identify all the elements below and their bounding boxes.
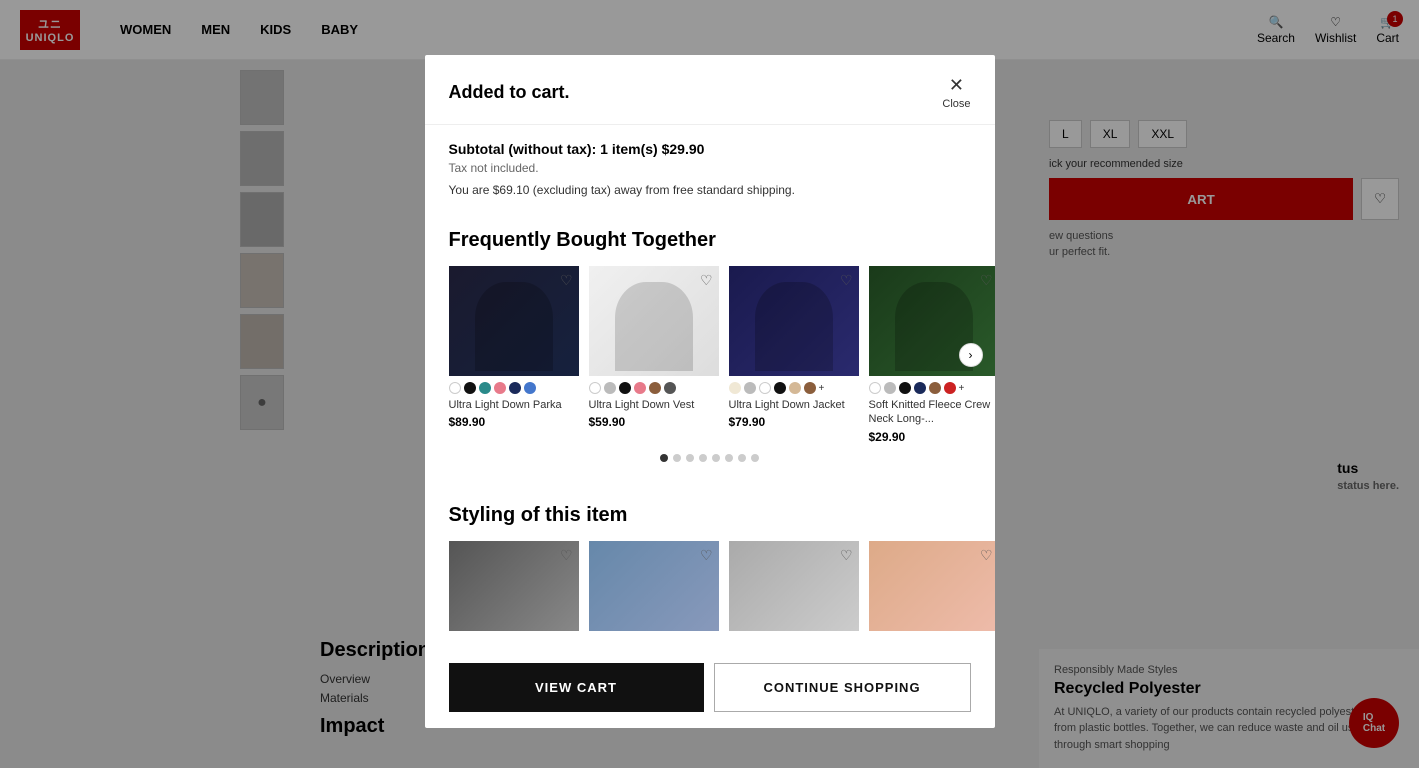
modal-title: Added to cart. bbox=[449, 82, 570, 103]
swatch-white-2[interactable] bbox=[589, 382, 601, 394]
swatch-pink[interactable] bbox=[494, 382, 506, 394]
styling-image-2: ♡ bbox=[589, 541, 719, 631]
styling-card-1[interactable]: ♡ bbox=[449, 541, 579, 631]
product-name-4: Soft Knitted Fleece Crew Neck Long-... bbox=[869, 398, 995, 427]
view-cart-button[interactable]: VIEW CART bbox=[449, 663, 704, 712]
styling-title: Styling of this item bbox=[449, 504, 971, 527]
dot-5[interactable] bbox=[712, 454, 720, 462]
styling-wishlist-2[interactable]: ♡ bbox=[700, 547, 713, 564]
wishlist-btn-3[interactable]: ♡ bbox=[840, 272, 853, 289]
swatch-cream-3[interactable] bbox=[729, 382, 741, 394]
swatch-blue[interactable] bbox=[524, 382, 536, 394]
swatch-beige-3[interactable] bbox=[789, 382, 801, 394]
subtotal-section: Subtotal (without tax): 1 item(s) $29.90… bbox=[425, 125, 995, 213]
styling-card-2[interactable]: ♡ bbox=[589, 541, 719, 631]
styling-image-1: ♡ bbox=[449, 541, 579, 631]
swatch-teal[interactable] bbox=[479, 382, 491, 394]
swatch-more-3[interactable]: + bbox=[819, 382, 825, 394]
swatch-navy-4[interactable] bbox=[914, 382, 926, 394]
product-price-4: $29.90 bbox=[869, 430, 995, 444]
swatch-white-3[interactable] bbox=[759, 382, 771, 394]
products-carousel: ♡ Ultra Light Down Parka $89.90 bbox=[449, 266, 971, 444]
swatch-pink-2[interactable] bbox=[634, 382, 646, 394]
dot-3[interactable] bbox=[686, 454, 694, 462]
product-card-2[interactable]: ♡ Ultra Light Down Vest $59.90 bbox=[589, 266, 719, 444]
dot-6[interactable] bbox=[725, 454, 733, 462]
dot-2[interactable] bbox=[673, 454, 681, 462]
product-card-1[interactable]: ♡ Ultra Light Down Parka $89.90 bbox=[449, 266, 579, 444]
shipping-note: You are $69.10 (excluding tax) away from… bbox=[449, 183, 971, 197]
styling-card-4[interactable]: ♡ bbox=[869, 541, 995, 631]
product-card-3[interactable]: ♡ + Ultra Light Down Jacket $79.90 bbox=[729, 266, 859, 444]
dot-7[interactable] bbox=[738, 454, 746, 462]
swatches-1 bbox=[449, 382, 579, 394]
styling-image-4: ♡ bbox=[869, 541, 995, 631]
styling-carousel: ♡ ♡ ♡ ♡ bbox=[449, 541, 971, 631]
swatches-3: + bbox=[729, 382, 859, 394]
dot-1[interactable] bbox=[660, 454, 668, 462]
product-name-3: Ultra Light Down Jacket bbox=[729, 398, 859, 412]
subtotal-text: Subtotal (without tax): 1 item(s) $29.90 bbox=[449, 141, 971, 157]
product-price-3: $79.90 bbox=[729, 415, 859, 429]
swatch-brown-3[interactable] bbox=[804, 382, 816, 394]
swatch-black-4[interactable] bbox=[899, 382, 911, 394]
styling-card-3[interactable]: ♡ bbox=[729, 541, 859, 631]
frequently-bought-title: Frequently Bought Together bbox=[449, 229, 971, 252]
styling-wishlist-1[interactable]: ♡ bbox=[560, 547, 573, 564]
styling-section: Styling of this item ♡ ♡ ♡ bbox=[425, 488, 995, 647]
swatch-black-2[interactable] bbox=[619, 382, 631, 394]
background-page: ユニ UNIQLO WOMEN MEN KIDS BABY 🔍 Search ♡… bbox=[0, 0, 1419, 768]
styling-wishlist-3[interactable]: ♡ bbox=[840, 547, 853, 564]
close-button[interactable]: ✕ Close bbox=[942, 75, 970, 110]
dot-4[interactable] bbox=[699, 454, 707, 462]
product-image-1: ♡ bbox=[449, 266, 579, 376]
swatch-white-4[interactable] bbox=[869, 382, 881, 394]
close-icon: ✕ bbox=[949, 75, 964, 96]
swatch-navy[interactable] bbox=[509, 382, 521, 394]
carousel-next-button[interactable]: › bbox=[959, 343, 983, 367]
add-to-cart-modal: Added to cart. ✕ Close Subtotal (without… bbox=[425, 55, 995, 728]
product-name-1: Ultra Light Down Parka bbox=[449, 398, 579, 412]
swatch-lgray-3[interactable] bbox=[744, 382, 756, 394]
swatch-brown-4[interactable] bbox=[929, 382, 941, 394]
swatch-lgray-2[interactable] bbox=[604, 382, 616, 394]
modal-footer: VIEW CART CONTINUE SHOPPING bbox=[425, 647, 995, 728]
product-image-3: ♡ bbox=[729, 266, 859, 376]
swatch-dgray-2[interactable] bbox=[664, 382, 676, 394]
continue-shopping-button[interactable]: CONTINUE SHOPPING bbox=[714, 663, 971, 712]
swatch-brown-2[interactable] bbox=[649, 382, 661, 394]
styling-wishlist-4[interactable]: ♡ bbox=[980, 547, 993, 564]
swatches-4: + bbox=[869, 382, 995, 394]
product-price-1: $89.90 bbox=[449, 415, 579, 429]
swatch-black[interactable] bbox=[464, 382, 476, 394]
swatch-more-4[interactable]: + bbox=[959, 382, 965, 394]
swatch-white[interactable] bbox=[449, 382, 461, 394]
product-name-2: Ultra Light Down Vest bbox=[589, 398, 719, 412]
swatch-lgray-4[interactable] bbox=[884, 382, 896, 394]
wishlist-btn-2[interactable]: ♡ bbox=[700, 272, 713, 289]
modal-header: Added to cart. ✕ Close bbox=[425, 55, 995, 125]
frequently-bought-section: Frequently Bought Together ♡ bbox=[425, 213, 995, 488]
wishlist-btn-1[interactable]: ♡ bbox=[560, 272, 573, 289]
swatches-2 bbox=[589, 382, 719, 394]
swatch-black-3[interactable] bbox=[774, 382, 786, 394]
product-price-2: $59.90 bbox=[589, 415, 719, 429]
swatch-red-4[interactable] bbox=[944, 382, 956, 394]
product-image-2: ♡ bbox=[589, 266, 719, 376]
wishlist-btn-4[interactable]: ♡ bbox=[980, 272, 993, 289]
close-label: Close bbox=[942, 98, 970, 110]
tax-note: Tax not included. bbox=[449, 161, 971, 175]
styling-image-3: ♡ bbox=[729, 541, 859, 631]
carousel-dots bbox=[449, 444, 971, 472]
dot-8[interactable] bbox=[751, 454, 759, 462]
